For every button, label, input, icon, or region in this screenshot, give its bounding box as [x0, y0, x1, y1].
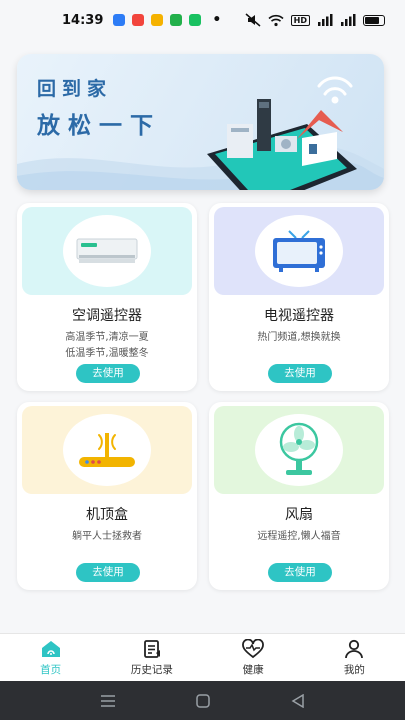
notification-app-icon [151, 14, 164, 26]
card-illustration-area [22, 406, 192, 494]
notification-app-icon [113, 14, 126, 26]
tab-label: 我的 [343, 663, 365, 676]
card-illustration-area [22, 207, 192, 295]
tab-profile[interactable]: 我的 [304, 634, 405, 681]
tab-health[interactable]: 健康 [203, 634, 304, 681]
card-air-conditioner[interactable]: 空调遥控器 高温季节,清凉一夏 低温季节,温暖整冬 去使用 [17, 203, 197, 391]
notification-app-icon [132, 14, 145, 26]
card-title: 电视遥控器 [264, 308, 334, 324]
air-conditioner-icon [76, 238, 138, 263]
battery-icon [363, 14, 385, 26]
use-button[interactable]: 去使用 [268, 364, 332, 383]
fan-icon [279, 422, 319, 475]
icon-circle [255, 414, 343, 486]
menu-icon[interactable] [100, 694, 116, 707]
mute-icon [245, 13, 261, 27]
heart-pulse-icon [242, 638, 265, 658]
card-title: 空调遥控器 [72, 308, 142, 324]
use-button[interactable]: 去使用 [268, 563, 332, 582]
more-notifications-dot-icon: • [212, 12, 222, 28]
signal-icon [341, 14, 356, 26]
card-description: 远程遥控,懒人福音 [257, 531, 341, 542]
card-description: 高温季节,清凉一夏 [65, 332, 149, 343]
card-title: 风扇 [285, 507, 313, 523]
home-square-icon[interactable] [196, 693, 211, 708]
card-tv[interactable]: 电视遥控器 热门频道,想换就换 去使用 [209, 203, 389, 391]
tab-label: 首页 [40, 663, 62, 676]
home-banner[interactable]: 回到家 放松一下 [17, 54, 384, 190]
status-indicators: HD [245, 13, 385, 27]
banner-heading: 回到家 [37, 78, 113, 100]
signal-icon [318, 14, 333, 26]
tab-home[interactable]: 首页 [0, 634, 101, 681]
tab-label: 健康 [242, 663, 264, 676]
card-illustration-area [214, 207, 384, 295]
icon-circle [255, 215, 343, 287]
use-button[interactable]: 去使用 [76, 364, 140, 383]
back-icon[interactable] [291, 693, 305, 708]
card-description: 低温季节,温暖整冬 [65, 348, 149, 359]
card-description: 躺平人士拯救者 [72, 531, 142, 542]
use-button[interactable]: 去使用 [76, 563, 140, 582]
card-fan[interactable]: 风扇 远程遥控,懒人福音 去使用 [209, 402, 389, 590]
icon-circle [63, 414, 151, 486]
card-illustration-area [214, 406, 384, 494]
home-icon [41, 640, 60, 657]
card-description: 热门频道,想换就换 [257, 332, 341, 343]
set-top-box-icon [79, 433, 135, 467]
card-title: 机顶盒 [86, 507, 128, 523]
television-icon [273, 230, 325, 272]
icon-circle [63, 215, 151, 287]
notification-app-icon [170, 14, 183, 26]
wifi-icon [268, 14, 284, 26]
person-icon [345, 639, 364, 658]
banner-subheading: 放松一下 [37, 112, 161, 139]
history-icon [143, 639, 160, 658]
system-navigation-bar [0, 681, 405, 720]
tab-history[interactable]: 历史记录 [101, 634, 202, 681]
bottom-tab-bar: 首页 历史记录 健康 我的 [0, 633, 405, 681]
hd-indicator: HD [290, 14, 310, 26]
status-time: 14:39 [62, 12, 104, 28]
status-bar: 14:39 • HD [0, 0, 405, 40]
tab-label: 历史记录 [130, 663, 173, 676]
card-set-top-box[interactable]: 机顶盒 躺平人士拯救者 去使用 [17, 402, 197, 590]
notification-app-icon [189, 14, 202, 26]
